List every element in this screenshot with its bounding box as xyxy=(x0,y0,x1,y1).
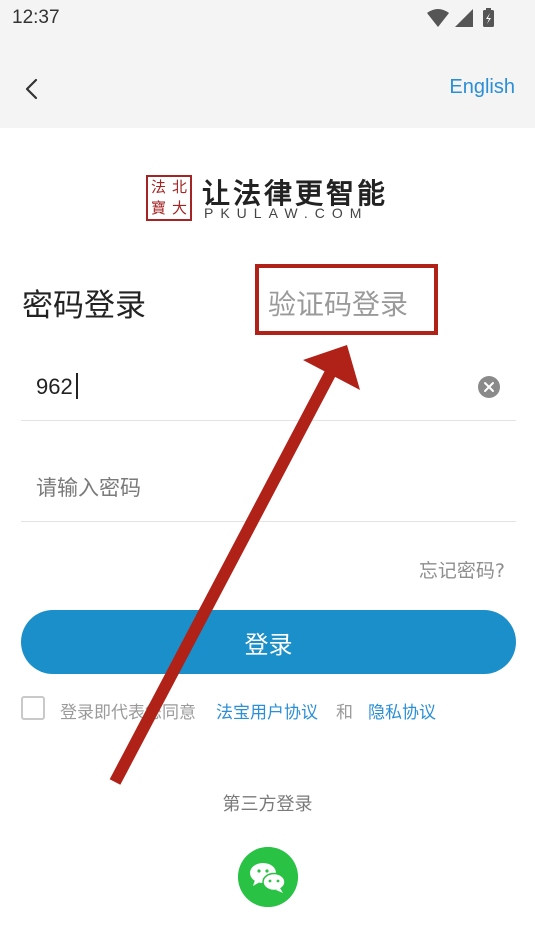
password-divider xyxy=(21,521,516,522)
phone-input[interactable]: 962 xyxy=(36,373,78,400)
seal-char: 法 xyxy=(150,178,166,196)
clear-input-icon[interactable] xyxy=(478,376,500,398)
logo-domain: PKULAW.COM xyxy=(204,205,369,221)
seal-char: 大 xyxy=(171,199,187,217)
english-language-link[interactable]: English xyxy=(449,76,515,99)
annotation-highlight-box xyxy=(255,264,438,335)
password-field[interactable] xyxy=(36,472,476,504)
tab-password-login[interactable]: 密码登录 xyxy=(22,280,146,325)
agreement-checkbox[interactable] xyxy=(21,696,45,720)
top-nav: English xyxy=(0,36,535,128)
text-cursor xyxy=(75,373,78,399)
wechat-login-icon[interactable] xyxy=(238,847,298,907)
agreement-and: 和 xyxy=(336,703,353,723)
seal-char: 北 xyxy=(171,178,187,196)
status-icons xyxy=(427,8,494,27)
forgot-password-link[interactable]: 忘记密码? xyxy=(419,556,505,583)
seal-char: 寶 xyxy=(150,199,166,217)
signal-icon xyxy=(455,9,473,27)
seal-logo: 法 北 寶 大 xyxy=(146,175,192,221)
phone-value: 962 xyxy=(36,374,73,399)
user-agreement-link[interactable]: 法宝用户协议 xyxy=(216,698,318,723)
third-party-login-label: 第三方登录 xyxy=(222,794,313,815)
wifi-icon xyxy=(427,9,449,27)
login-button[interactable]: 登录 xyxy=(21,610,516,674)
back-icon[interactable] xyxy=(18,74,48,104)
phone-divider xyxy=(21,420,516,421)
privacy-agreement-link[interactable]: 隐私协议 xyxy=(368,698,436,723)
agreement-row: 登录即代表您同意 法宝用户协议 和 隐私协议 xyxy=(21,696,521,723)
status-bar: 12:37 xyxy=(0,0,535,36)
status-time: 12:37 xyxy=(12,7,60,28)
agreement-prefix: 登录即代表您同意 xyxy=(60,703,196,723)
pkulaw-logo: 法 北 寶 大 让法律更智能 PKULAW.COM xyxy=(146,172,386,224)
